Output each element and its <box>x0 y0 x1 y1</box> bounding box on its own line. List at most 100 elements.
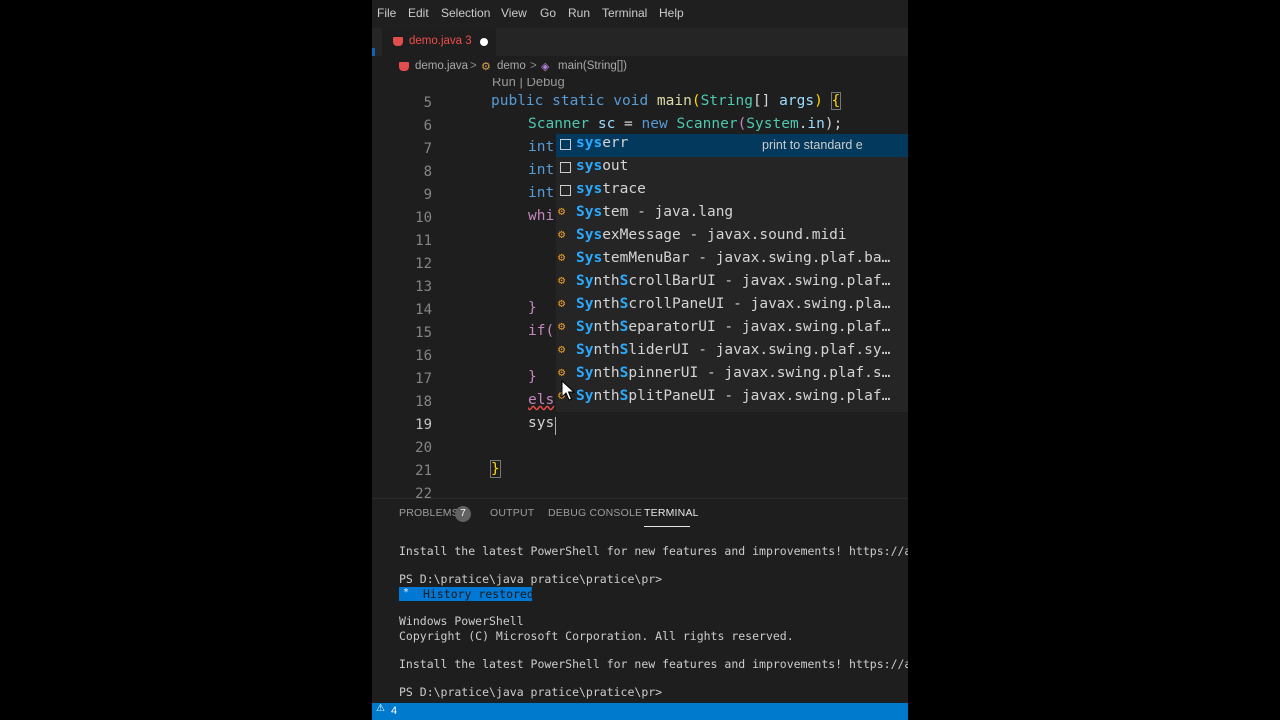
suggestion-label: nth <box>593 365 620 381</box>
code-line-17: } <box>528 369 537 385</box>
code-token: String <box>700 93 753 109</box>
class-icon: ⚙ <box>558 227 566 241</box>
menu-run[interactable]: Run <box>568 6 590 20</box>
suggestion-label: out <box>602 158 629 174</box>
suggestion-item[interactable]: ⚙ SynthSpinnerUI - javax.swing.plaf.s… <box>556 364 908 387</box>
suggestion-label: nth <box>593 319 620 335</box>
suggestion-item[interactable]: syserr print to standard e <box>556 134 908 157</box>
warning-icon[interactable]: ⚠ <box>376 703 385 714</box>
breadcrumb-separator: > <box>470 60 477 72</box>
java-file-icon <box>393 37 403 46</box>
line-number: 14 <box>415 302 432 318</box>
suggestion-label: exMessage - javax.sound.midi <box>602 227 847 243</box>
breadcrumb-method[interactable]: main(String[]) <box>558 60 627 72</box>
status-bar: ⚠ 4 <box>372 703 908 720</box>
code-token: static <box>552 93 605 109</box>
line-number: 15 <box>415 325 432 341</box>
suggestion-item[interactable]: systrace <box>556 180 908 203</box>
breadcrumb-file[interactable]: demo.java <box>415 60 468 72</box>
suggestion-label: crollBarUI - javax.swing.plaf… <box>628 273 891 289</box>
menu-go[interactable]: Go <box>540 6 556 20</box>
snippet-icon <box>560 162 571 173</box>
suggestion-item[interactable]: ⚙ SystemMenuBar - javax.swing.plaf.ba… <box>556 249 908 272</box>
suggestion-label: crollPaneUI - javax.swing.pla… <box>628 296 891 312</box>
history-restored-badge: * History restored <box>399 587 534 601</box>
unsaved-dot-icon[interactable] <box>480 38 488 46</box>
code-line-21: } <box>490 460 501 478</box>
suggestion-match: Sys <box>576 204 603 220</box>
text-cursor <box>555 417 556 435</box>
menu-edit[interactable]: Edit <box>408 6 429 20</box>
suggestion-match: Sy <box>576 365 594 381</box>
code-line-10: whi <box>528 208 555 224</box>
mouse-pointer-icon <box>561 380 576 401</box>
problems-count-badge: 7 <box>455 506 471 522</box>
tab-terminal[interactable]: TERMINAL <box>644 507 699 519</box>
suggestion-item[interactable]: ⚙ SynthScrollPaneUI - javax.swing.pla… <box>556 295 908 318</box>
suggestion-item[interactable]: ⚙ SynthSliderUI - javax.swing.plaf.sy… <box>556 341 908 364</box>
breadcrumb: demo.java > ⚙ demo > ◈ main(String[]) <box>372 56 908 78</box>
code-token: Scanner <box>676 116 738 132</box>
suggestion-item[interactable]: ⚙ SynthSplitPaneUI - javax.swing.plaf… <box>556 387 908 410</box>
class-icon: ⚙ <box>558 250 566 264</box>
line-number: 18 <box>415 394 432 410</box>
code-token: new <box>641 116 668 132</box>
code-line-7: int <box>528 139 555 155</box>
code-line-6: Scanner sc = new Scanner(System.in); <box>528 116 843 132</box>
asterisk-icon: * <box>403 587 410 598</box>
tab-debug-console[interactable]: DEBUG CONSOLE <box>548 507 642 519</box>
code-token: in <box>807 116 825 132</box>
suggestion-widget[interactable]: syserr print to standard e sysout systra… <box>556 134 908 412</box>
suggestion-label: err <box>602 135 629 151</box>
suggestion-match: Sy <box>576 273 594 289</box>
suggestion-item[interactable]: ⚙ System - java.lang <box>556 203 908 226</box>
terminal-prompt[interactable]: PS D:\pratice\java pratice\pratice\pr> <box>399 685 662 699</box>
suggestion-match: Sys <box>576 227 603 243</box>
suggestion-label: nth <box>593 296 620 312</box>
line-number: 17 <box>415 371 432 387</box>
line-number: 9 <box>423 187 432 203</box>
warning-count[interactable]: 4 <box>391 705 397 717</box>
code-token: [] <box>752 93 771 109</box>
breadcrumb-separator: > <box>530 60 537 72</box>
code-token: sc <box>597 116 616 132</box>
line-number-current: 19 <box>415 417 432 433</box>
suggestion-label: trace <box>602 181 646 197</box>
suggestion-label: liderUI - javax.swing.plaf.sy… <box>628 342 891 358</box>
terminal-line: Windows PowerShell <box>399 614 524 628</box>
code-token: args <box>779 93 815 109</box>
terminal-line: Copyright (C) Microsoft Corporation. All… <box>399 629 794 643</box>
codelens-run-debug[interactable]: Run | Debug <box>492 78 565 89</box>
suggestion-match: Sy <box>576 296 594 312</box>
method-symbol-icon: ◈ <box>541 61 550 73</box>
menu-selection[interactable]: Selection <box>441 6 490 20</box>
active-tab-indicator <box>644 526 690 527</box>
breadcrumb-class[interactable]: demo <box>497 60 526 72</box>
suggestion-item[interactable]: ⚙ SynthScrollBarUI - javax.swing.plaf… <box>556 272 908 295</box>
menu-file[interactable]: File <box>377 6 396 20</box>
tab-output[interactable]: OUTPUT <box>490 507 534 519</box>
bottom-panel: PROBLEMS 7 OUTPUT DEBUG CONSOLE TERMINAL… <box>372 498 908 704</box>
line-number: 20 <box>415 440 432 456</box>
line-number: 16 <box>415 348 432 364</box>
suggestion-label: pinnerUI - javax.swing.plaf.s… <box>628 365 891 381</box>
line-number: 12 <box>415 256 432 272</box>
menu-help[interactable]: Help <box>659 6 684 20</box>
menu-bar: File Edit Selection View Go Run Terminal… <box>372 0 908 28</box>
suggestion-item[interactable]: sysout <box>556 157 908 180</box>
code-token: void <box>613 93 649 109</box>
suggestion-match: Sys <box>576 250 603 266</box>
menu-terminal[interactable]: Terminal <box>602 6 647 20</box>
suggestion-item[interactable]: ⚙ SynthSeparatorUI - javax.swing.plaf… <box>556 318 908 341</box>
line-number: 6 <box>423 118 432 134</box>
code-token: main <box>656 93 692 109</box>
menu-view[interactable]: View <box>501 6 527 20</box>
suggestion-label: plitPaneUI - javax.swing.plaf… <box>628 388 891 404</box>
tab-problems[interactable]: PROBLEMS <box>399 507 459 519</box>
line-number: 5 <box>423 95 432 111</box>
suggestion-match: Sy <box>576 319 594 335</box>
tab-demo-java[interactable]: demo.java 3 <box>382 28 496 56</box>
class-icon: ⚙ <box>558 365 566 379</box>
snippet-icon <box>560 139 571 150</box>
suggestion-item[interactable]: ⚙ SysexMessage - javax.sound.midi <box>556 226 908 249</box>
